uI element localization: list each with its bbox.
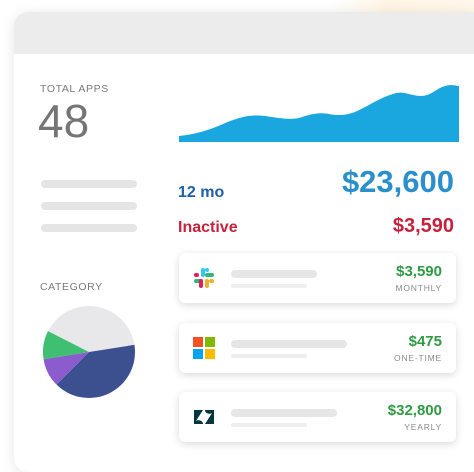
app-billing-period: ONE-TIME	[394, 353, 442, 363]
app-detail-placeholder	[231, 354, 307, 358]
sparkline-area	[179, 85, 459, 142]
app-price: $32,800	[387, 402, 442, 419]
app-billing-period: YEARLY	[404, 422, 442, 432]
app-card-slack[interactable]: $3,590 MONTHLY	[179, 253, 456, 303]
app-detail-placeholder	[231, 423, 307, 427]
app-name-placeholder	[231, 270, 317, 278]
apps-summary-card: TOTAL APPS 48 CATEGORY 12 mo $23,600 Ina…	[14, 12, 474, 472]
app-price: $3,590	[396, 263, 442, 280]
slack-icon	[194, 268, 214, 288]
app-billing-period: MONTHLY	[395, 283, 442, 293]
app-detail-placeholder	[231, 284, 307, 288]
app-name-placeholder	[231, 409, 337, 417]
period-label: 12 mo	[178, 184, 225, 201]
category-label: CATEGORY	[40, 281, 103, 293]
inactive-label: Inactive	[178, 219, 238, 236]
card-header-bar	[14, 12, 474, 54]
zendesk-icon	[194, 410, 214, 424]
category-pie-chart	[43, 306, 136, 398]
total-apps-value: 48	[38, 95, 90, 147]
microsoft-icon	[193, 337, 215, 359]
total-spend-amount: $23,600	[341, 164, 454, 199]
placeholder-line	[41, 180, 137, 188]
app-card-microsoft[interactable]: $475 ONE-TIME	[179, 323, 456, 373]
placeholder-line	[41, 202, 137, 210]
placeholder-line	[41, 224, 137, 232]
inactive-amount: $3,590	[392, 215, 454, 237]
spend-sparkline	[179, 85, 459, 142]
app-name-placeholder	[231, 340, 347, 348]
app-card-zendesk[interactable]: $32,800 YEARLY	[179, 392, 456, 442]
app-price: $475	[408, 333, 442, 350]
total-apps-label: TOTAL APPS	[40, 83, 109, 95]
